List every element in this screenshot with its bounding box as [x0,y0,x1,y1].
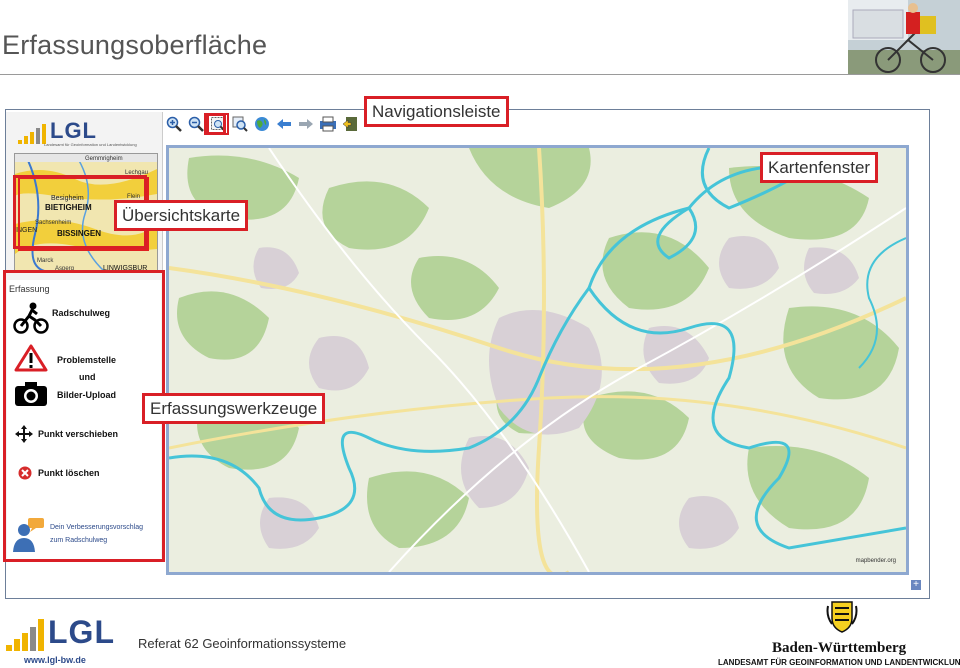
app-logo-subtitle: Landesamt für Geoinformation und Landent… [44,142,137,147]
footer-lgl-logo: LGL [6,614,115,651]
arrow-forward-icon[interactable] [297,115,315,133]
agency-name: LANDESAMT FÜR GEOINFORMATION UND LANDENT… [718,658,960,667]
callout-erfassungswerkzeuge: Erfassungswerkzeuge [142,393,326,424]
export-icon[interactable] [341,115,359,133]
slide-title: Erfassungsoberfläche [2,30,268,60]
map-window[interactable]: mapbender.org [166,145,909,575]
arrow-back-icon[interactable] [275,115,293,133]
topographic-map[interactable] [169,148,906,572]
navigation-toolbar [165,113,359,135]
footer-referat: Referat 62 Geoinformationssysteme [138,636,347,651]
footer-url[interactable]: www.lgl-bw.de [24,655,86,665]
callout-navigationsleiste: Navigationsleiste [364,96,509,127]
title-divider [0,74,960,75]
callout-kartenfenster: Kartenfenster [760,152,879,183]
app-logo: LGL [18,118,97,144]
print-icon[interactable] [319,115,337,133]
state-name: Baden-Württemberg [772,640,907,656]
zoom-extent-icon[interactable] [231,115,249,133]
zoom-box-highlight [204,113,226,135]
footer-logo-text: LGL [48,614,115,650]
overview-label: Gemmrigheim [85,156,123,162]
cyclist-photo [848,0,960,74]
tools-highlight [3,270,165,562]
callout-uebersichtskarte: Übersichtskarte [114,200,249,231]
zoom-out-icon[interactable] [187,115,205,133]
lgl-logo-icon [18,124,46,144]
app-logo-text: LGL [50,118,97,143]
map-credit: mapbender.org [855,558,896,564]
zoom-in-icon[interactable] [165,115,183,133]
globe-icon[interactable] [253,115,271,133]
bw-coat-of-arms-icon [826,600,858,634]
lgl-logo-icon [6,619,44,651]
overview-label: Marck [37,258,54,264]
zoom-plus-button[interactable]: + [911,580,921,590]
